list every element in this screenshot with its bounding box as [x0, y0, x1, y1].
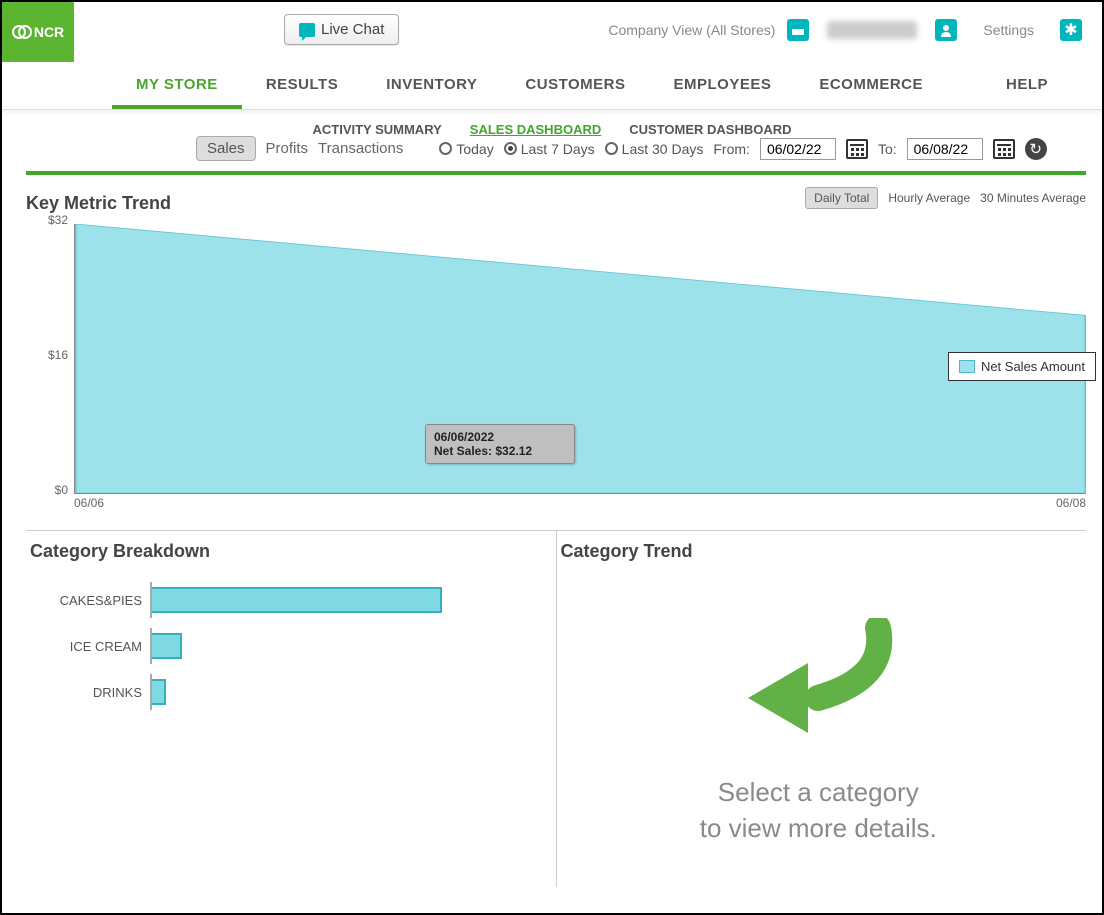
- range-last-30[interactable]: Last 30 Days: [605, 141, 704, 157]
- from-label: From:: [713, 141, 750, 157]
- main-nav: MY STORE RESULTS INVENTORY CUSTOMERS EMP…: [2, 62, 1102, 110]
- bar-drinks[interactable]: DRINKS: [30, 674, 546, 710]
- agg-30min[interactable]: 30 Minutes Average: [980, 191, 1086, 205]
- bar-cakes-pies[interactable]: CAKES&PIES: [30, 582, 546, 618]
- live-chat-button[interactable]: Live Chat: [284, 14, 399, 45]
- legend-swatch: [959, 360, 975, 373]
- top-bar: NCR Live Chat Company View (All Stores) …: [2, 2, 1102, 62]
- nav-inventory[interactable]: INVENTORY: [362, 62, 501, 109]
- brand-logo[interactable]: NCR: [2, 2, 74, 62]
- range-last-7[interactable]: Last 7 Days: [504, 141, 595, 157]
- nav-customers[interactable]: CUSTOMERS: [501, 62, 649, 109]
- nav-results[interactable]: RESULTS: [242, 62, 362, 109]
- to-label: To:: [878, 141, 897, 157]
- tab-transactions[interactable]: Transactions: [318, 140, 403, 157]
- username-redacted: [827, 21, 917, 39]
- nav-employees[interactable]: EMPLOYEES: [649, 62, 795, 109]
- metric-chart: $32 $16 $0 Net Sales Amount 06/06/2022 N…: [26, 220, 1086, 512]
- settings-link[interactable]: Settings: [983, 22, 1034, 38]
- to-calendar-icon[interactable]: [993, 139, 1015, 159]
- bar-ice-cream[interactable]: ICE CREAM: [30, 628, 546, 664]
- ytick-16: $16: [48, 348, 68, 362]
- chart-tooltip: 06/06/2022 Net Sales: $32.12: [425, 424, 575, 464]
- filter-row: Sales Profits Transactions Today Last 7 …: [26, 130, 1086, 175]
- breakdown-bars: CAKES&PIES ICE CREAM DRINKS: [30, 568, 546, 710]
- from-calendar-icon[interactable]: [846, 139, 868, 159]
- trend-empty-message: Select a category to view more details.: [700, 774, 937, 847]
- range-today[interactable]: Today: [439, 141, 493, 157]
- nav-my-store[interactable]: MY STORE: [112, 62, 242, 109]
- ytick-32: $32: [48, 213, 68, 227]
- chat-icon: [299, 23, 315, 37]
- content-scroll[interactable]: Sales Profits Transactions Today Last 7 …: [4, 130, 1100, 911]
- from-date-input[interactable]: [760, 138, 836, 160]
- gear-icon[interactable]: ✱: [1060, 19, 1082, 41]
- xtick-start: 06/06: [74, 496, 104, 510]
- tab-profits[interactable]: Profits: [266, 140, 309, 157]
- to-date-input[interactable]: [907, 138, 983, 160]
- category-trend-panel: Category Trend Select a category to view…: [557, 531, 1087, 887]
- brand-text: NCR: [34, 24, 64, 40]
- user-icon[interactable]: [935, 19, 957, 41]
- store-icon[interactable]: [787, 19, 809, 41]
- legend-label: Net Sales Amount: [981, 359, 1085, 374]
- area-plot[interactable]: Net Sales Amount 06/06/2022 Net Sales: $…: [74, 224, 1086, 494]
- tab-sales[interactable]: Sales: [196, 136, 256, 161]
- aggregation-toggle: Daily Total Hourly Average 30 Minutes Av…: [805, 187, 1086, 209]
- chart-legend: Net Sales Amount: [948, 352, 1096, 381]
- breakdown-title: Category Breakdown: [30, 535, 546, 568]
- agg-hourly[interactable]: Hourly Average: [888, 191, 970, 205]
- refresh-button[interactable]: ↻: [1025, 138, 1047, 160]
- ytick-0: $0: [55, 483, 68, 497]
- agg-daily[interactable]: Daily Total: [805, 187, 878, 209]
- nav-help[interactable]: HELP: [982, 62, 1072, 109]
- xtick-end: 06/08: [1056, 496, 1086, 510]
- ncr-logo-icon: [12, 25, 32, 39]
- curved-arrow-icon: [738, 618, 898, 758]
- live-chat-label: Live Chat: [321, 21, 384, 38]
- company-view-label[interactable]: Company View (All Stores): [608, 22, 775, 38]
- trend-title: Category Trend: [561, 535, 1077, 568]
- nav-ecommerce[interactable]: ECOMMERCE: [795, 62, 947, 109]
- category-breakdown-panel: Category Breakdown CAKES&PIES ICE CREAM …: [26, 531, 557, 887]
